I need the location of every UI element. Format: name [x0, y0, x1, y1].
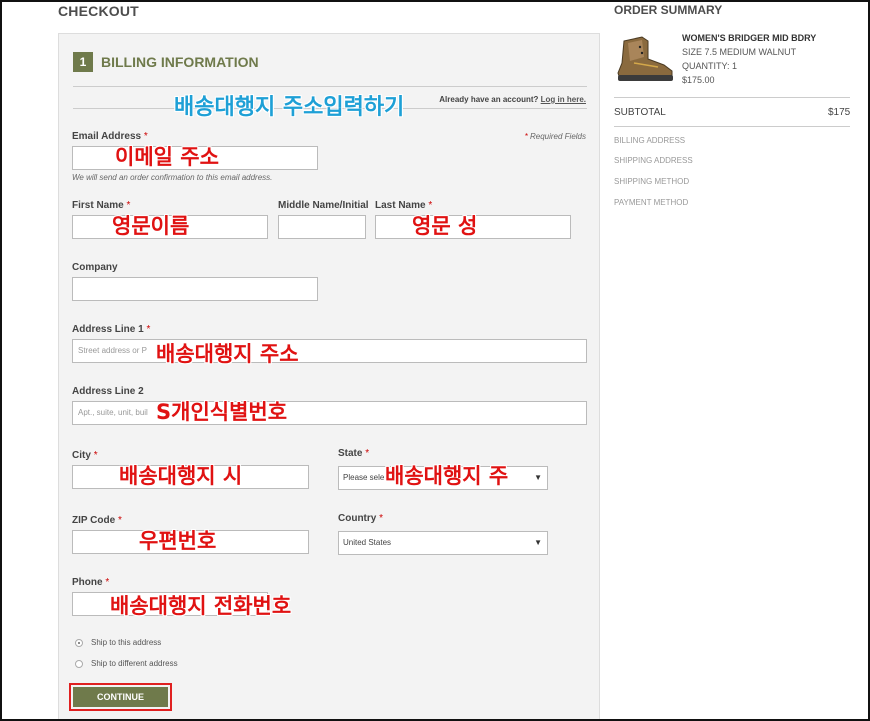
address-line2-field[interactable]: Apt., suite, unit, buil: [72, 401, 587, 425]
middle-name-field[interactable]: [278, 215, 366, 239]
address-line1-field[interactable]: Street address or P: [72, 339, 587, 363]
country-select[interactable]: United States ▼: [338, 531, 548, 555]
address-line1-label: Address Line 1 *: [72, 324, 151, 335]
radio-selected-icon: [75, 638, 83, 647]
ship-to-this-address-option[interactable]: Ship to this address: [75, 638, 161, 647]
email-hint: We will send an order confirmation to th…: [72, 173, 273, 182]
summary-step-shipping-method: SHIPPING METHOD: [614, 177, 690, 186]
annotation-first-name: 영문이름: [112, 214, 190, 238]
product-name: WOMEN'S BRIDGER MID BDRY: [682, 33, 817, 43]
ship-option-label: Ship to this address: [91, 638, 162, 647]
billing-section-title: BILLING INFORMATION: [101, 54, 259, 70]
step-number-badge: 1: [73, 52, 93, 72]
product-image: [617, 36, 673, 81]
summary-step-billing: BILLING ADDRESS: [614, 136, 686, 145]
ship-option-label: Ship to different address: [91, 659, 178, 668]
required-star: *: [524, 132, 528, 141]
address-line2-label: Address Line 2: [72, 386, 144, 397]
chevron-down-icon: ▼: [534, 538, 542, 547]
summary-step-shipping-address: SHIPPING ADDRESS: [614, 156, 693, 165]
account-prompt-text: Already have an account?: [439, 95, 539, 104]
annotation-zip: 우편번호: [139, 529, 217, 553]
continue-highlight: CONTINUE: [69, 683, 172, 711]
annotation-address1: 배송대행지 주소: [156, 342, 299, 366]
continue-button[interactable]: CONTINUE: [73, 687, 168, 707]
annotation-last-name: 영문 성: [412, 214, 478, 238]
annotation-city: 배송대행지 시: [119, 464, 243, 488]
product-quantity: QUANTITY: 1: [682, 61, 738, 71]
page-title: CHECKOUT: [58, 3, 139, 19]
annotation-phone: 배송대행지 전화번호: [110, 594, 292, 618]
product-variant: SIZE 7.5 MEDIUM WALNUT: [682, 47, 797, 57]
section-divider: [73, 86, 587, 87]
annotation-state: 배송대행지 주: [385, 464, 509, 488]
summary-divider: [614, 126, 850, 127]
state-label: State *: [338, 448, 370, 459]
summary-divider: [614, 97, 850, 98]
state-selected-value: Please sele: [343, 473, 385, 482]
company-label: Company: [72, 262, 118, 273]
chevron-down-icon: ▼: [534, 473, 542, 482]
country-selected-value: United States: [343, 538, 392, 547]
required-fields-text: Required Fields: [529, 132, 586, 141]
ship-to-different-address-option[interactable]: Ship to different address: [75, 659, 178, 668]
subtotal-value: $175: [828, 107, 851, 118]
phone-label: Phone *: [72, 577, 110, 588]
city-label: City *: [72, 450, 98, 461]
country-label: Country *: [338, 513, 384, 524]
zip-label: ZIP Code *: [72, 515, 122, 526]
summary-step-payment: PAYMENT METHOD: [614, 198, 689, 207]
annotation-heading: 배송대행지 주소입력하기: [174, 95, 405, 120]
annotation-email: 이메일 주소: [115, 145, 219, 169]
product-price: $175.00: [682, 75, 715, 85]
product-details: WOMEN'S BRIDGER MID BDRY SIZE 7.5 MEDIUM…: [682, 31, 816, 87]
middle-name-label: Middle Name/Initial: [278, 200, 369, 211]
order-summary-title: ORDER SUMMARY: [614, 3, 723, 17]
radio-unselected-icon: [75, 659, 83, 668]
subtotal-label: SUBTOTAL: [614, 107, 666, 118]
annotation-address2: S개인식별번호: [156, 400, 288, 424]
required-fields-note: * Required Fields: [525, 132, 586, 141]
company-field[interactable]: [72, 277, 318, 301]
login-link[interactable]: Log in here.: [541, 95, 586, 104]
login-prompt: Already have an account? Log in here.: [439, 95, 586, 104]
